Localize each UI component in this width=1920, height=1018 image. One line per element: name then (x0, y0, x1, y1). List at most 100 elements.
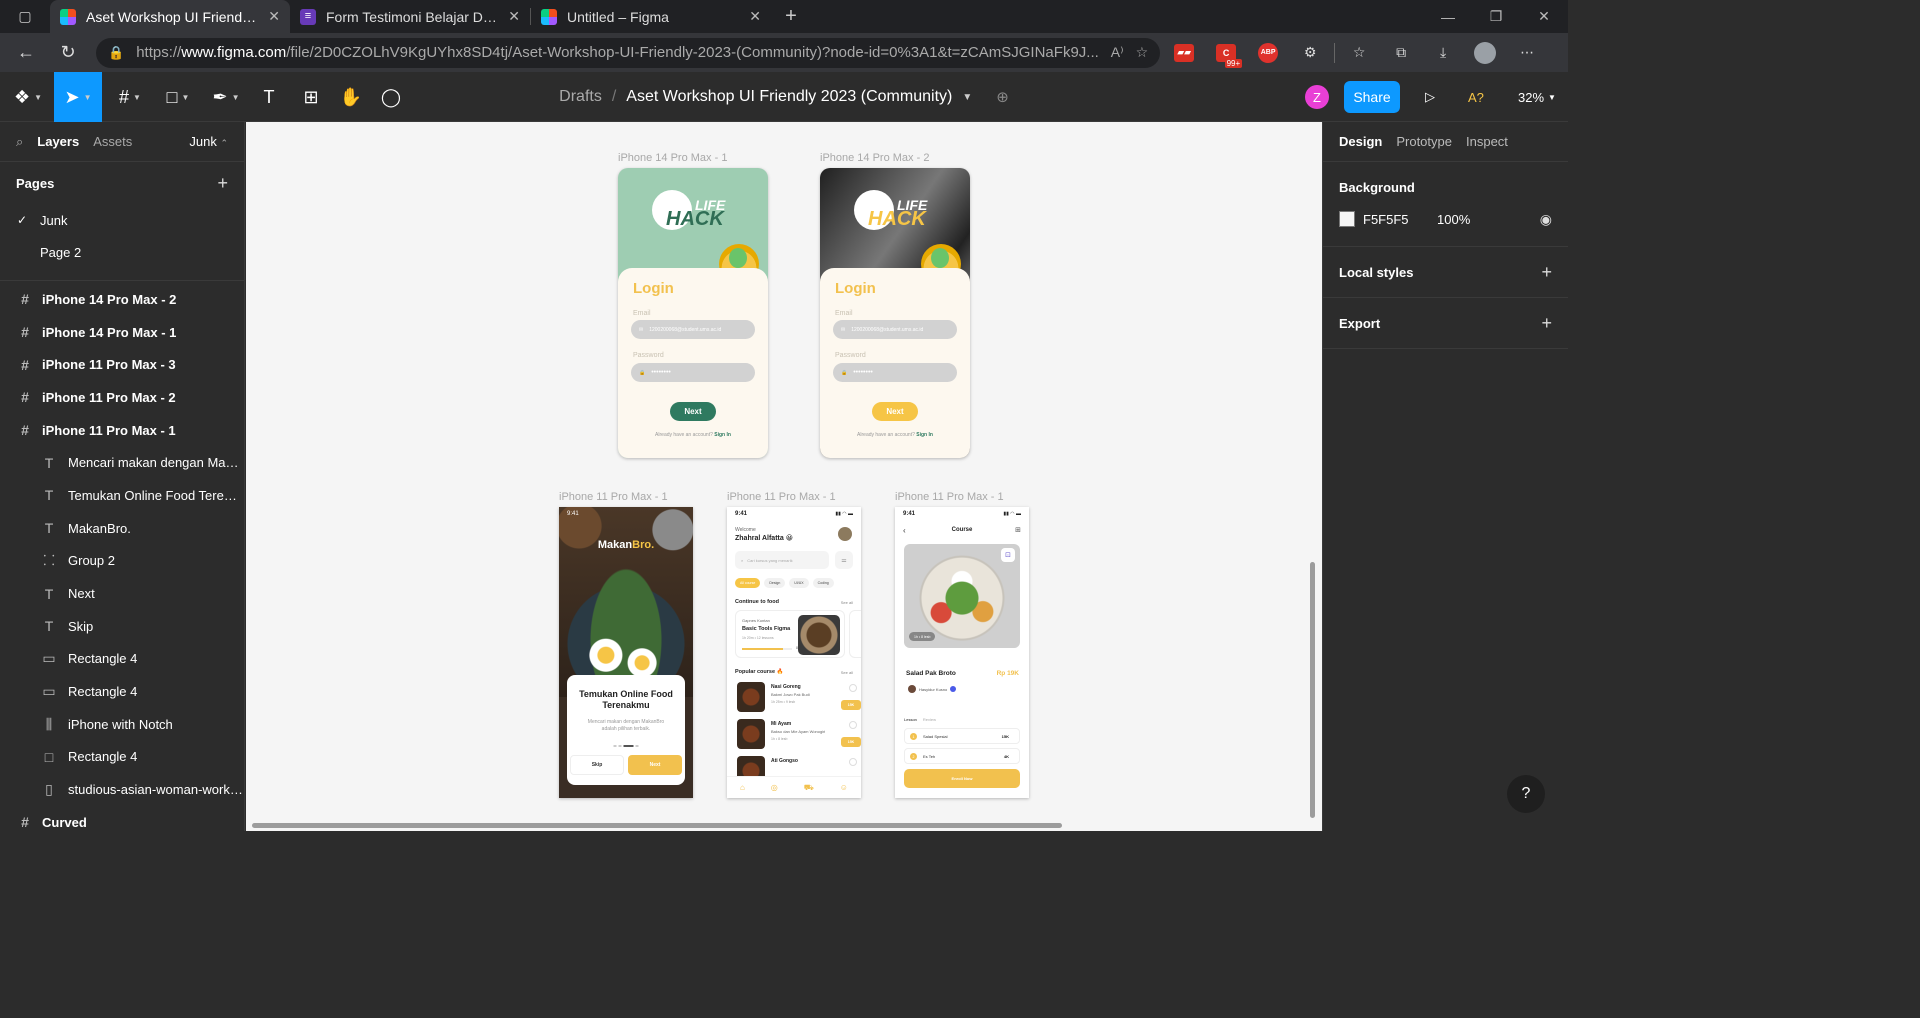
add-export-icon[interactable]: + (1541, 313, 1552, 334)
home-nav-icon[interactable]: ⌂ (740, 783, 745, 792)
close-icon[interactable]: ✕ (749, 8, 761, 25)
resources-icon[interactable]: ⊞ (296, 72, 326, 122)
workspaces-icon[interactable]: ▢ (0, 0, 50, 33)
frame-iphone-14-pro-max-1[interactable]: LIFE HACK Login Email ✉ 1200200068@studen… (618, 168, 768, 458)
zoom-dropdown[interactable]: 32% ▼ (1518, 81, 1556, 113)
frame-home[interactable]: 9:41 ▮▮ ◠ ▬ Welcome Zhahral Alfatta 😀 ⌕ C… (727, 507, 861, 798)
favorites-icon[interactable]: ☆ (1341, 37, 1377, 69)
add-favorite-icon[interactable]: ☆ (1136, 44, 1149, 61)
add-page-icon[interactable]: + (217, 173, 228, 194)
present-play-icon[interactable]: ▷ (1418, 81, 1442, 113)
layer-item[interactable]: T Temukan Online Food Terenak... (0, 479, 244, 512)
move-tool-icon[interactable]: ➤ ▼ (54, 72, 102, 122)
layer-item[interactable]: □ Rectangle 4 (0, 741, 244, 774)
page-item-junk[interactable]: ✓ Junk (0, 204, 244, 236)
layer-item[interactable]: ▭ Rectangle 4 (0, 675, 244, 708)
next-button[interactable]: Next (872, 402, 918, 421)
close-icon[interactable]: ✕ (268, 8, 280, 25)
adblock-extension-icon[interactable]: ABP (1250, 37, 1286, 69)
back-button[interactable]: ← (8, 37, 44, 69)
comment-tool-icon[interactable]: ◯ (376, 72, 406, 122)
next-button[interactable]: Next (628, 755, 682, 775)
chevron-down-icon[interactable]: ▼ (962, 92, 972, 103)
shape-tool-icon[interactable]: □ ▼ (158, 72, 198, 122)
tab-prototype[interactable]: Prototype (1396, 134, 1452, 149)
password-field[interactable]: 🔒 •••••••• (833, 363, 957, 382)
next-button[interactable]: Next (670, 402, 716, 421)
layer-item[interactable]: ▭ Rectangle 4 (0, 643, 244, 676)
frame-tool-icon[interactable]: # ▼ (110, 72, 150, 122)
user-avatar[interactable]: Z (1305, 85, 1329, 109)
page-selector[interactable]: Junk ⌃ (189, 134, 228, 149)
layer-item[interactable]: # iPhone 14 Pro Max - 1 (0, 316, 244, 349)
lesson-row[interactable]: 2 Es Teh 4K (904, 748, 1020, 764)
add-style-icon[interactable]: + (1541, 262, 1552, 283)
profile-avatar[interactable] (1467, 37, 1503, 69)
continue-card-peek[interactable] (849, 610, 861, 658)
see-all-link[interactable]: See all (841, 600, 853, 605)
color-swatch[interactable] (1339, 211, 1355, 227)
lesson-row[interactable]: 1 Salad Spesial 15K (904, 728, 1020, 744)
read-aloud-icon[interactable]: A⁾ (1111, 44, 1124, 61)
downloads-icon[interactable]: ⤓ (1425, 37, 1461, 69)
frame-label[interactable]: iPhone 11 Pro Max - 1 (895, 491, 1004, 503)
email-field[interactable]: ✉ 1200200068@student.ums.ac.id (833, 320, 957, 339)
globe-icon[interactable]: ⊕ (996, 88, 1009, 106)
page-item-page-2[interactable]: Page 2 (0, 236, 244, 268)
layer-item[interactable]: # iPhone 14 Pro Max - 2 (0, 283, 244, 316)
help-button[interactable]: ? (1507, 775, 1545, 813)
figma-menu-icon[interactable]: ❖ ▼ (8, 72, 48, 122)
grid-menu-icon[interactable]: ⊞ (1015, 526, 1021, 534)
continue-card[interactable]: Gapnes Kuntan Basic Tools Figma 1h 20m •… (735, 610, 845, 658)
layer-item[interactable]: ⸬ Group 2 (0, 545, 244, 578)
frame-course[interactable]: 9:41 ▮▮ ◠ ▬ ‹ Course ⊞ ⊡ 1h • 8 lesb Sal… (895, 507, 1029, 798)
tab-assets[interactable]: Assets (93, 134, 132, 149)
see-all-link[interactable]: See all (841, 670, 853, 675)
new-tab-button[interactable]: + (771, 0, 811, 33)
search-input[interactable]: ⌕ Cari kursus yang menarik (735, 551, 829, 569)
hand-tool-icon[interactable]: ✋ (336, 72, 366, 122)
layer-item[interactable]: # iPhone 11 Pro Max - 3 (0, 348, 244, 381)
chip-all-course[interactable]: All course (735, 578, 761, 588)
layer-item[interactable]: ⫼ iPhone with Notch (0, 708, 244, 741)
minimize-icon[interactable]: — (1424, 0, 1472, 33)
bookmark-icon[interactable] (849, 721, 857, 729)
profile-nav-icon[interactable]: ☺ (840, 783, 848, 792)
reload-button[interactable]: ↻ (50, 37, 86, 69)
avatar[interactable] (838, 527, 852, 541)
frame-label[interactable]: iPhone 14 Pro Max - 2 (820, 152, 929, 164)
restore-icon[interactable]: ❐ (1472, 0, 1520, 33)
extensions-puzzle-icon[interactable]: ⚙ (1292, 37, 1328, 69)
vertical-scrollbar[interactable] (1310, 562, 1315, 818)
email-field[interactable]: ✉ 1200200068@student.ums.ac.id (631, 320, 755, 339)
frame-onboarding[interactable]: 9:41 MakanBro. Temukan Online Food Teren… (559, 507, 693, 798)
chip-uiux[interactable]: UI/UX (789, 578, 809, 588)
eye-icon[interactable]: ◉ (1540, 211, 1552, 228)
tab-layers[interactable]: Layers (37, 134, 79, 149)
layer-item[interactable]: # Curved (0, 806, 244, 831)
password-field[interactable]: 🔒 •••••••• (631, 363, 755, 382)
layer-item[interactable]: # iPhone 11 Pro Max - 1 (0, 414, 244, 447)
frame-label[interactable]: iPhone 14 Pro Max - 1 (618, 152, 727, 164)
chip-design[interactable]: Design (764, 578, 786, 588)
enroll-button[interactable]: Enroll Now (904, 769, 1020, 788)
frame-label[interactable]: iPhone 11 Pro Max - 1 (727, 491, 836, 503)
pen-tool-icon[interactable]: ✒ ▼ (206, 72, 246, 122)
tab-design[interactable]: Design (1339, 134, 1382, 149)
price-badge[interactable]: 15K (841, 737, 861, 747)
breadcrumb-drafts[interactable]: Drafts (559, 88, 602, 106)
list-item[interactable]: Mi Ayam Bakso dan Mie Ayam Wonogiri 1h •… (735, 719, 861, 753)
horizontal-scrollbar[interactable] (252, 823, 1062, 828)
design-canvas[interactable]: iPhone 14 Pro Max - 1 LIFE HACK Login Em… (246, 122, 1322, 831)
layer-item[interactable]: T Next (0, 577, 244, 610)
accessibility-check[interactable]: A? (1468, 81, 1484, 113)
layer-item[interactable]: T Skip (0, 610, 244, 643)
text-tool-icon[interactable]: T (254, 72, 284, 122)
tab-lesson[interactable]: Lesson (904, 717, 917, 722)
mendeley-extension-icon[interactable]: ▰▰ (1166, 37, 1202, 69)
filter-icon[interactable]: ⚌ (835, 551, 853, 569)
tab-form-testimoni[interactable]: Form Testimoni Belajar Desain UI ✕ (290, 0, 530, 33)
file-name[interactable]: Aset Workshop UI Friendly 2023 (Communit… (626, 88, 952, 106)
price-badge[interactable]: 15K (841, 700, 861, 710)
bookmark-icon[interactable] (849, 758, 857, 766)
